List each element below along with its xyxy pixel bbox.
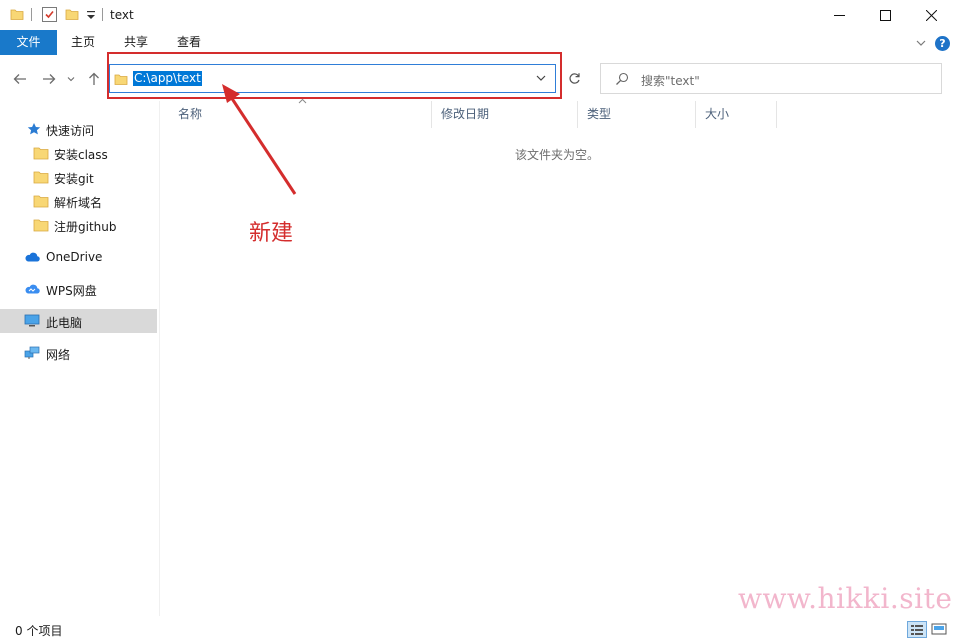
refresh-button[interactable]	[561, 64, 587, 93]
minimize-icon	[833, 14, 845, 16]
sidebar-item-this-pc[interactable]: 此电脑	[0, 309, 157, 333]
maximize-icon	[879, 9, 891, 21]
close-icon	[925, 9, 937, 21]
toolbar-separator	[102, 8, 103, 21]
sidebar-item-wps[interactable]: WPS网盘	[0, 277, 157, 301]
computer-icon	[24, 314, 40, 327]
sidebar-item-install-git[interactable]: 安装git	[0, 165, 157, 189]
chevron-down-icon	[67, 77, 75, 82]
forward-button[interactable]	[39, 69, 59, 89]
sidebar-item-label: 快速访问	[46, 124, 95, 138]
maximize-button[interactable]	[862, 0, 908, 30]
up-button[interactable]	[84, 69, 104, 89]
navigation-pane: 快速访问 安装class 安装git 解析域名 注册github OneDriv…	[0, 101, 160, 616]
back-button[interactable]	[10, 69, 30, 89]
details-view-icon	[911, 625, 923, 635]
arrow-up-icon	[89, 72, 99, 85]
pin-star-icon	[27, 123, 41, 135]
help-icon[interactable]: ?	[935, 36, 950, 51]
new-folder-icon[interactable]	[65, 7, 79, 21]
close-button[interactable]	[908, 0, 954, 30]
folder-icon	[33, 147, 49, 160]
column-header-date-modified[interactable]: 修改日期	[432, 101, 578, 128]
expand-ribbon-icon[interactable]	[914, 36, 928, 50]
network-icon	[24, 346, 40, 359]
properties-icon[interactable]	[42, 7, 57, 22]
sidebar-item-resolve-domain[interactable]: 解析域名	[0, 189, 157, 213]
arrow-right-icon	[43, 74, 56, 84]
tab-home[interactable]: 主页	[60, 30, 106, 55]
wps-cloud-icon	[25, 284, 40, 294]
sidebar-item-label: 此电脑	[46, 316, 83, 330]
tab-file[interactable]: 文件	[0, 30, 57, 55]
refresh-icon	[568, 73, 580, 84]
address-input[interactable]: C:\app\text	[133, 71, 202, 86]
sidebar-item-quick-access[interactable]: 快速访问	[0, 117, 157, 141]
sidebar-item-label: 安装class	[54, 148, 108, 162]
search-input[interactable]: 搜索"text"	[641, 72, 700, 89]
annotation-label: 新建	[249, 221, 294, 246]
item-count: 0 个项目	[15, 624, 63, 638]
status-bar: 0 个项目	[0, 616, 955, 642]
sidebar-item-label: OneDrive	[46, 250, 103, 264]
cloud-icon	[25, 252, 40, 262]
sidebar-item-register-github[interactable]: 注册github	[0, 213, 157, 237]
sidebar-item-onedrive[interactable]: OneDrive	[0, 245, 157, 269]
customize-toolbar-icon[interactable]	[86, 9, 96, 21]
details-view-button[interactable]	[907, 621, 927, 638]
annotation-arrow	[222, 84, 297, 195]
empty-folder-message: 该文件夹为空。	[515, 148, 600, 162]
sidebar-item-label: 解析域名	[54, 196, 103, 210]
search-box[interactable]: 搜索"text"	[600, 63, 942, 94]
arrow-left-icon	[13, 74, 26, 84]
minimize-button[interactable]	[816, 0, 862, 30]
sidebar-item-label: 注册github	[54, 220, 117, 234]
folder-icon	[10, 9, 24, 20]
folder-icon	[33, 219, 49, 232]
address-bar[interactable]: C:\app\text	[109, 64, 556, 93]
sidebar-item-label: 网络	[46, 348, 71, 362]
watermark: www.hikki.site	[738, 582, 953, 615]
folder-icon	[33, 195, 49, 208]
folder-icon	[114, 74, 128, 85]
sidebar-item-install-class[interactable]: 安装class	[0, 141, 157, 165]
search-icon	[616, 72, 629, 85]
sidebar-item-label: WPS网盘	[46, 284, 97, 298]
sidebar-item-network[interactable]: 网络	[0, 341, 157, 365]
address-dropdown-icon[interactable]	[536, 74, 546, 82]
large-icons-view-icon	[931, 623, 947, 635]
window-title: text	[110, 8, 134, 22]
column-header-type[interactable]: 类型	[578, 101, 696, 128]
recent-locations-button[interactable]	[64, 69, 78, 89]
sidebar-item-label: 安装git	[54, 172, 94, 186]
title-bar: text	[0, 0, 955, 30]
column-header-size[interactable]: 大小	[696, 101, 777, 128]
toolbar-separator	[31, 8, 32, 21]
large-icons-view-button[interactable]	[930, 621, 950, 638]
folder-icon	[33, 171, 49, 184]
